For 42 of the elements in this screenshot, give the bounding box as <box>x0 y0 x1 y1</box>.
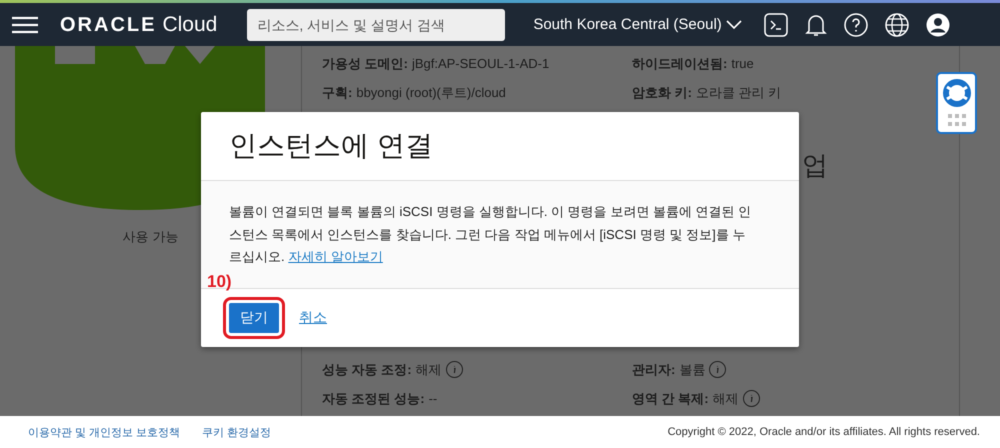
close-button[interactable]: 닫기 <box>229 303 279 333</box>
detail-label: 구획: <box>322 84 352 102</box>
step-annotation: 10) <box>207 272 232 292</box>
detail-value: 볼륨 <box>679 360 706 378</box>
chevron-down-icon <box>726 20 742 30</box>
detail-label: 하이드레이션됨: <box>632 54 728 72</box>
volume-status: 사용 가능 <box>122 228 178 246</box>
help-widget[interactable] <box>936 72 977 134</box>
detail-value: 오라클 관리 키 <box>696 84 782 102</box>
detail-value: -- <box>428 391 438 406</box>
menu-button[interactable] <box>12 16 38 34</box>
dialog-message: 볼륨이 연결되면 블록 볼륨의 iSCSI 명령을 실행합니다. 이 명령을 보려면 볼륨에 연결된 인스턴스 목록에서 인스턴스를 찾습니다. 그런 다음 작업 메뉴에서 [iSCSI 명령 및 정보]를 누르십시오. 자세히 알아보기 <box>229 203 752 266</box>
grid-dots-icon <box>948 114 966 126</box>
globe-icon[interactable] <box>884 12 909 36</box>
info-icon[interactable] <box>709 361 726 378</box>
lifebuoy-icon <box>942 78 972 108</box>
help-icon[interactable] <box>844 12 868 36</box>
oracle-cloud-logo[interactable]: ORACLE Cloud <box>60 12 218 36</box>
search-field[interactable]: 리소스, 서비스 및 설명서 검색 <box>247 8 506 40</box>
section-heading: 업 <box>802 149 828 182</box>
learn-more-link[interactable]: 자세히 알아보기 <box>288 249 383 264</box>
detail-label: 가용성 도메인: <box>322 54 408 72</box>
detail-value: true <box>731 56 754 71</box>
detail-label: 암호화 키: <box>632 84 692 102</box>
region-selector[interactable]: South Korea Central (Seoul) <box>533 16 742 33</box>
detail-value: jBgf:AP-SEOUL-1-AD-1 <box>412 56 550 71</box>
user-icon[interactable] <box>926 12 950 36</box>
detail-label: 영역 간 복제: <box>632 390 709 408</box>
detail-value: 해제 <box>416 360 442 378</box>
bell-icon[interactable] <box>804 12 827 36</box>
detail-value: bbyongi (root)(루트)/cloud <box>356 84 506 102</box>
info-icon[interactable] <box>742 390 760 407</box>
info-icon[interactable] <box>446 361 463 378</box>
footer-link[interactable]: 이용약관 및 개인정보 보호정책 <box>28 424 180 440</box>
detail-value: 해제 <box>712 390 739 408</box>
detail-label: 자동 조정된 성능: <box>322 390 425 408</box>
footer-link[interactable]: 쿠키 환경설정 <box>202 424 272 440</box>
cancel-link[interactable]: 취소 <box>299 309 327 327</box>
detail-label: 성능 자동 조정: <box>322 360 412 378</box>
detail-label: 관리자: <box>632 360 676 378</box>
copyright-text: Copyright © 2022, Oracle and/or its affiliates. All rights reserved. <box>668 426 980 438</box>
terminal-icon[interactable] <box>764 12 788 36</box>
